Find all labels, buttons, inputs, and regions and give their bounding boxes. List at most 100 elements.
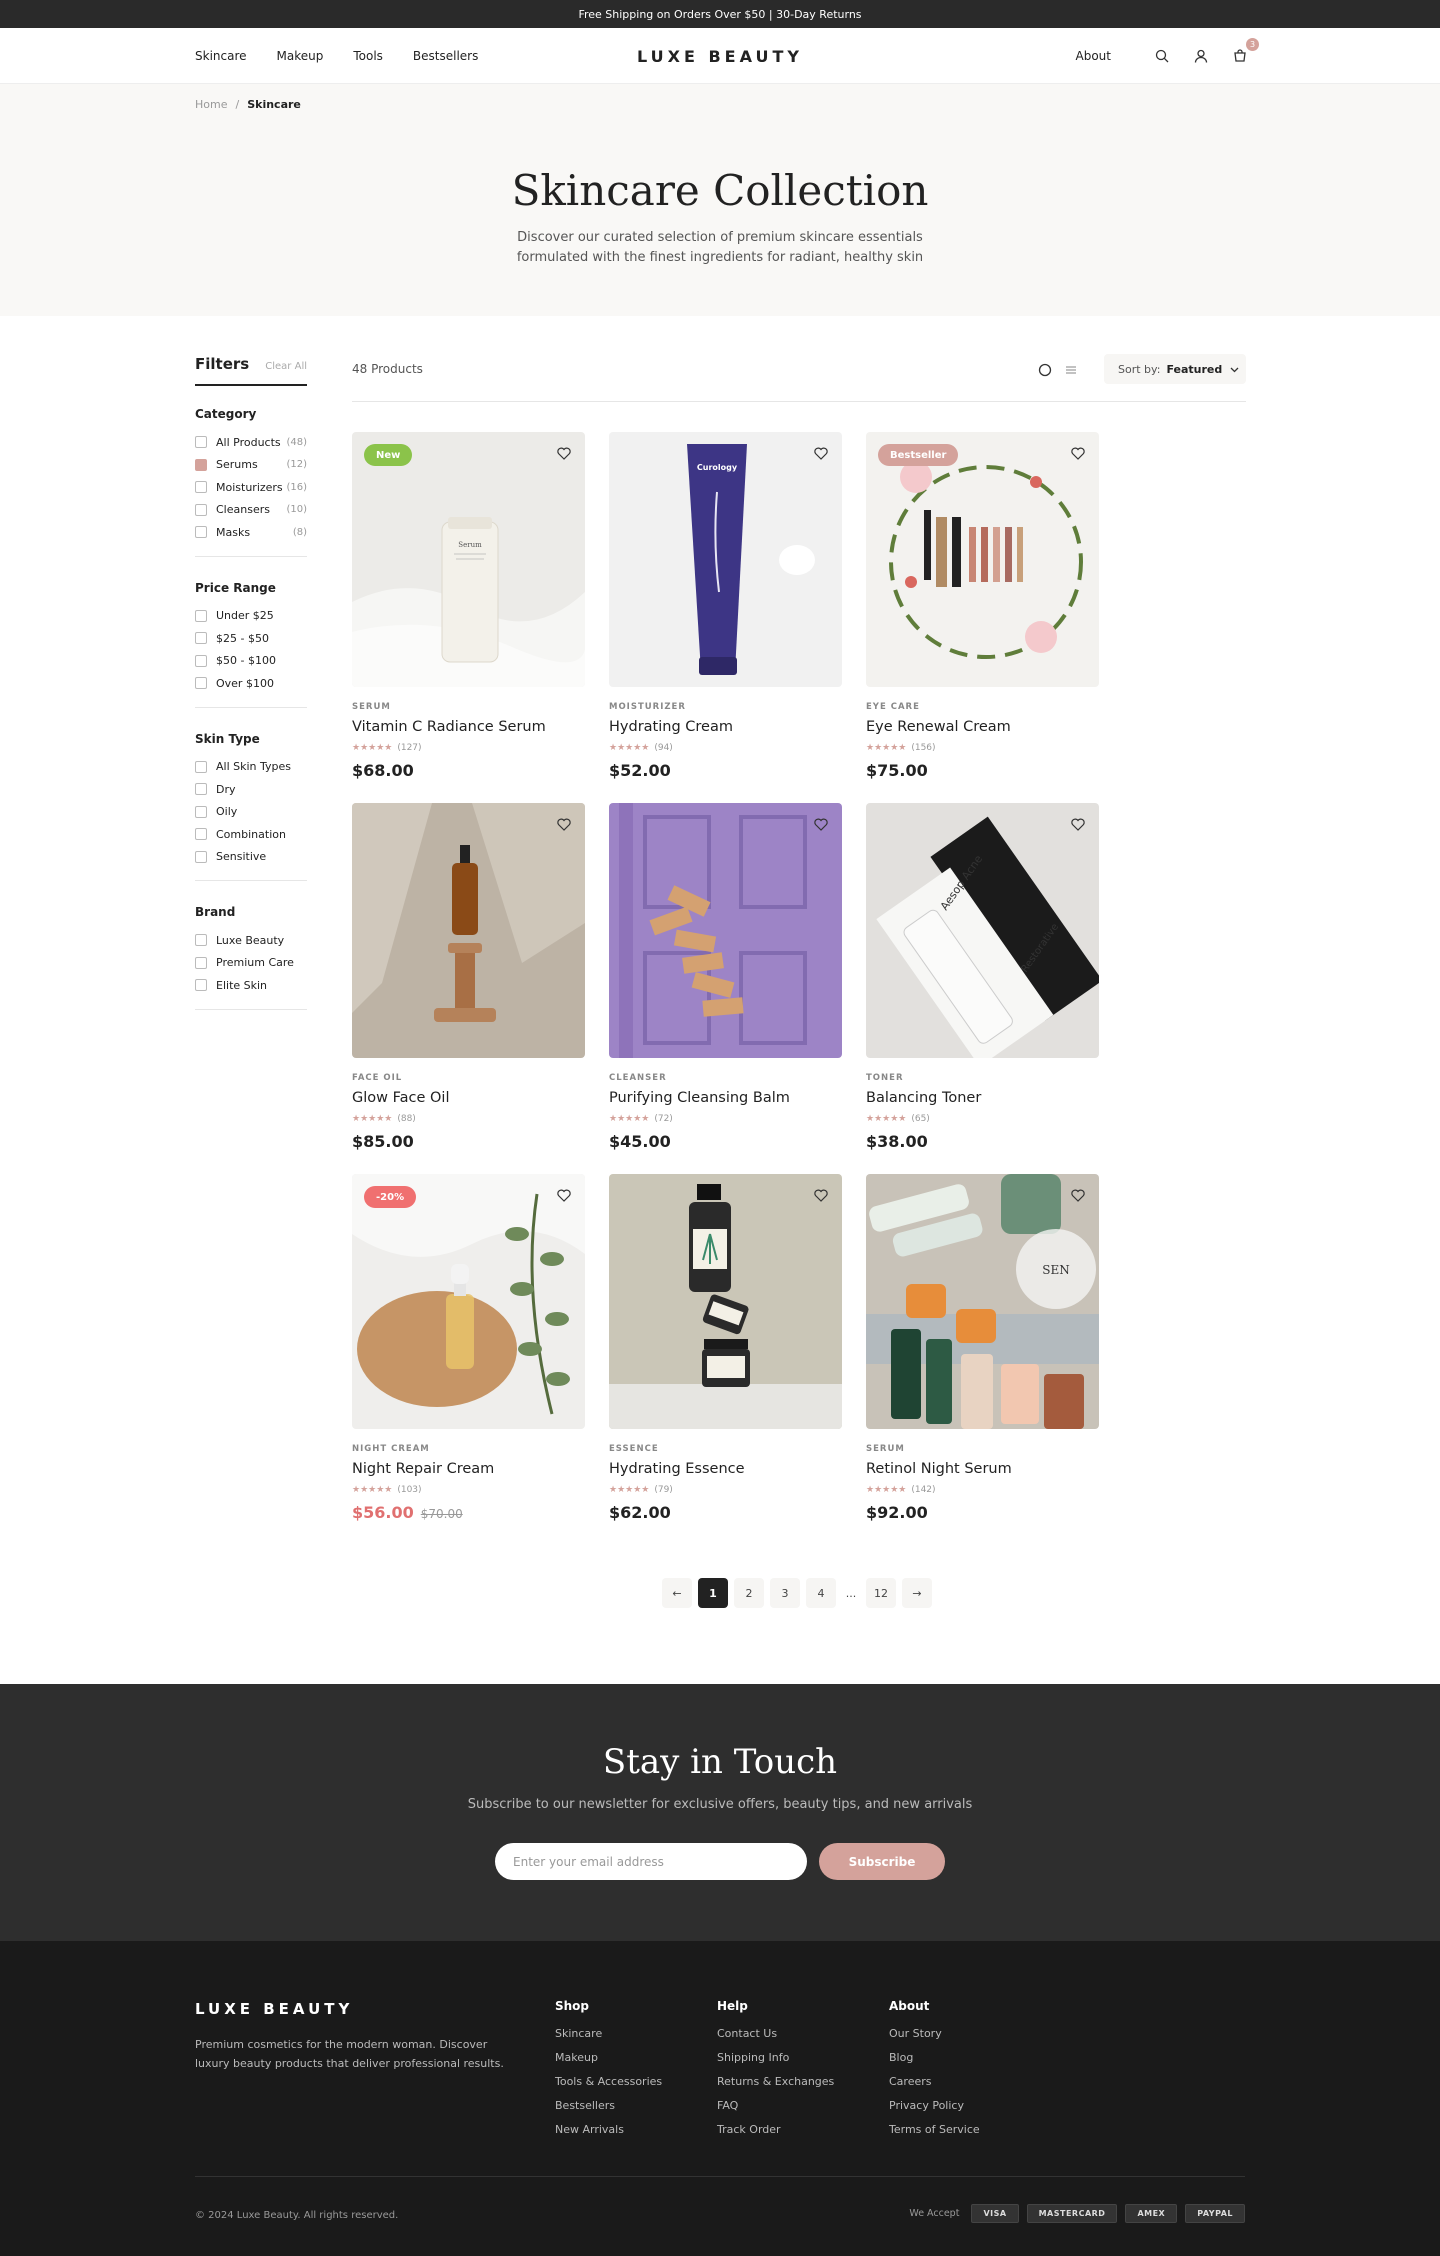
nav-about[interactable]: About xyxy=(1076,49,1111,63)
footer-link[interactable]: Careers xyxy=(889,2075,980,2099)
search-icon[interactable] xyxy=(1152,46,1172,66)
product-card[interactable]: Aesop Acne Restorative TONER Balancing Tone… xyxy=(866,803,1099,1159)
footer-link[interactable]: New Arrivals xyxy=(555,2123,662,2147)
filter-checkbox[interactable] xyxy=(195,654,207,667)
filter-checkbox[interactable] xyxy=(195,436,207,449)
heart-icon[interactable] xyxy=(810,442,832,464)
filter-checkbox[interactable] xyxy=(195,805,207,818)
sort-dropdown[interactable]: Sort by: Featured xyxy=(1104,354,1246,384)
footer-link[interactable]: FAQ xyxy=(717,2099,834,2123)
filter-option[interactable]: Dry xyxy=(195,778,307,801)
list-view-icon[interactable] xyxy=(1064,362,1078,381)
filter-option[interactable]: Serums (12) xyxy=(195,454,307,477)
nav-skincare[interactable]: Skincare xyxy=(195,49,247,63)
filter-option[interactable]: All Skin Types xyxy=(195,756,307,779)
pagination-page-3[interactable]: 3 xyxy=(770,1578,800,1608)
heart-icon[interactable] xyxy=(553,1184,575,1206)
footer-link[interactable]: Makeup xyxy=(555,2051,662,2075)
heart-icon[interactable] xyxy=(553,813,575,835)
filter-checkbox[interactable] xyxy=(195,850,207,863)
nav-tools[interactable]: Tools xyxy=(353,49,383,63)
filter-option[interactable]: Masks (8) xyxy=(195,521,307,544)
filter-option[interactable]: Elite Skin xyxy=(195,974,307,997)
footer-link[interactable]: Contact Us xyxy=(717,2027,834,2051)
filter-checkbox[interactable] xyxy=(195,458,207,471)
filter-checkbox[interactable] xyxy=(195,526,207,539)
filter-option[interactable]: Luxe Beauty xyxy=(195,929,307,952)
filter-checkbox[interactable] xyxy=(195,632,207,645)
product-card[interactable]: CLEANSER Purifying Cleansing Balm ★★★★★ (72… xyxy=(609,803,842,1159)
filter-checkbox[interactable] xyxy=(195,934,207,947)
product-image[interactable]: Serum xyxy=(352,432,585,687)
filter-checkbox[interactable] xyxy=(195,828,207,841)
product-name[interactable]: Hydrating Cream xyxy=(609,719,733,735)
product-name[interactable]: Retinol Night Serum xyxy=(866,1461,1012,1477)
heart-icon[interactable] xyxy=(1067,1184,1089,1206)
product-name[interactable]: Hydrating Essence xyxy=(609,1461,745,1477)
product-card[interactable]: Bestseller EYE CARE Eye Renewal Cream ★★★★★… xyxy=(866,432,1099,788)
product-name[interactable]: Night Repair Cream xyxy=(352,1461,494,1477)
filter-checkbox[interactable] xyxy=(195,609,207,622)
filter-checkbox[interactable] xyxy=(195,760,207,773)
product-card[interactable]: Curology MOISTURIZER Hydrating Cream ★★★★★ (… xyxy=(609,432,842,788)
filter-option[interactable]: Premium Care xyxy=(195,952,307,975)
footer-link[interactable]: Terms of Service xyxy=(889,2123,980,2147)
filter-option[interactable]: Over $100 xyxy=(195,672,307,695)
product-name[interactable]: Glow Face Oil xyxy=(352,1090,449,1106)
product-card[interactable]: Serum New SERUM Vitamin C Radiance Serum ★★★… xyxy=(352,432,585,788)
pagination-page-1[interactable]: 1 xyxy=(698,1578,728,1608)
filter-option[interactable]: Combination xyxy=(195,823,307,846)
heart-icon[interactable] xyxy=(810,813,832,835)
product-card[interactable]: ESSENCE Hydrating Essence ★★★★★ (79) $62.00 xyxy=(609,1174,842,1530)
clear-all-button[interactable]: Clear All xyxy=(265,361,307,372)
filter-option[interactable]: Cleansers (10) xyxy=(195,499,307,522)
product-image[interactable] xyxy=(352,1174,585,1429)
filter-option[interactable]: All Products (48) xyxy=(195,431,307,454)
filter-option[interactable]: Sensitive xyxy=(195,846,307,869)
pagination-page-last[interactable]: 12 xyxy=(866,1578,896,1608)
breadcrumb-home[interactable]: Home xyxy=(195,98,227,111)
product-name[interactable]: Purifying Cleansing Balm xyxy=(609,1090,790,1106)
footer-link[interactable]: Blog xyxy=(889,2051,980,2075)
subscribe-button[interactable]: Subscribe xyxy=(819,1843,945,1880)
pagination-next[interactable]: → xyxy=(902,1578,932,1608)
product-image[interactable] xyxy=(609,1174,842,1429)
filter-option[interactable]: $50 - $100 xyxy=(195,650,307,673)
footer-link[interactable]: Returns & Exchanges xyxy=(717,2075,834,2099)
filter-checkbox[interactable] xyxy=(195,677,207,690)
filter-checkbox[interactable] xyxy=(195,783,207,796)
grid-view-icon[interactable] xyxy=(1038,362,1052,381)
footer-link[interactable]: Bestsellers xyxy=(555,2099,662,2123)
heart-icon[interactable] xyxy=(810,1184,832,1206)
filter-checkbox[interactable] xyxy=(195,503,207,516)
product-card[interactable]: SEN SERUM Retinol Night Serum ★★★★★ (142) $92… xyxy=(866,1174,1099,1530)
heart-icon[interactable] xyxy=(1067,813,1089,835)
nav-makeup[interactable]: Makeup xyxy=(277,49,324,63)
footer-link[interactable]: Shipping Info xyxy=(717,2051,834,2075)
product-image[interactable] xyxy=(609,803,842,1058)
footer-link[interactable]: Privacy Policy xyxy=(889,2099,980,2123)
pagination-prev[interactable]: ← xyxy=(662,1578,692,1608)
product-image[interactable]: Curology xyxy=(609,432,842,687)
filter-checkbox[interactable] xyxy=(195,979,207,992)
heart-icon[interactable] xyxy=(1067,442,1089,464)
user-icon[interactable] xyxy=(1191,46,1211,66)
heart-icon[interactable] xyxy=(553,442,575,464)
product-name[interactable]: Balancing Toner xyxy=(866,1090,981,1106)
filter-option[interactable]: Under $25 xyxy=(195,605,307,628)
footer-link[interactable]: Tools & Accessories xyxy=(555,2075,662,2099)
footer-link[interactable]: Our Story xyxy=(889,2027,980,2051)
filter-checkbox[interactable] xyxy=(195,956,207,969)
footer-link[interactable]: Skincare xyxy=(555,2027,662,2051)
product-name[interactable]: Eye Renewal Cream xyxy=(866,719,1011,735)
product-image[interactable] xyxy=(352,803,585,1058)
filter-checkbox[interactable] xyxy=(195,481,207,494)
product-image[interactable]: Aesop Acne Restorative xyxy=(866,803,1099,1058)
product-name[interactable]: Vitamin C Radiance Serum xyxy=(352,719,546,735)
filter-option[interactable]: Oily xyxy=(195,801,307,824)
footer-link[interactable]: Track Order xyxy=(717,2123,834,2147)
nav-bestsellers[interactable]: Bestsellers xyxy=(413,49,478,63)
cart-icon[interactable]: 3 xyxy=(1230,38,1259,66)
filter-option[interactable]: $25 - $50 xyxy=(195,627,307,650)
site-logo[interactable]: LUXE BEAUTY xyxy=(637,47,803,66)
